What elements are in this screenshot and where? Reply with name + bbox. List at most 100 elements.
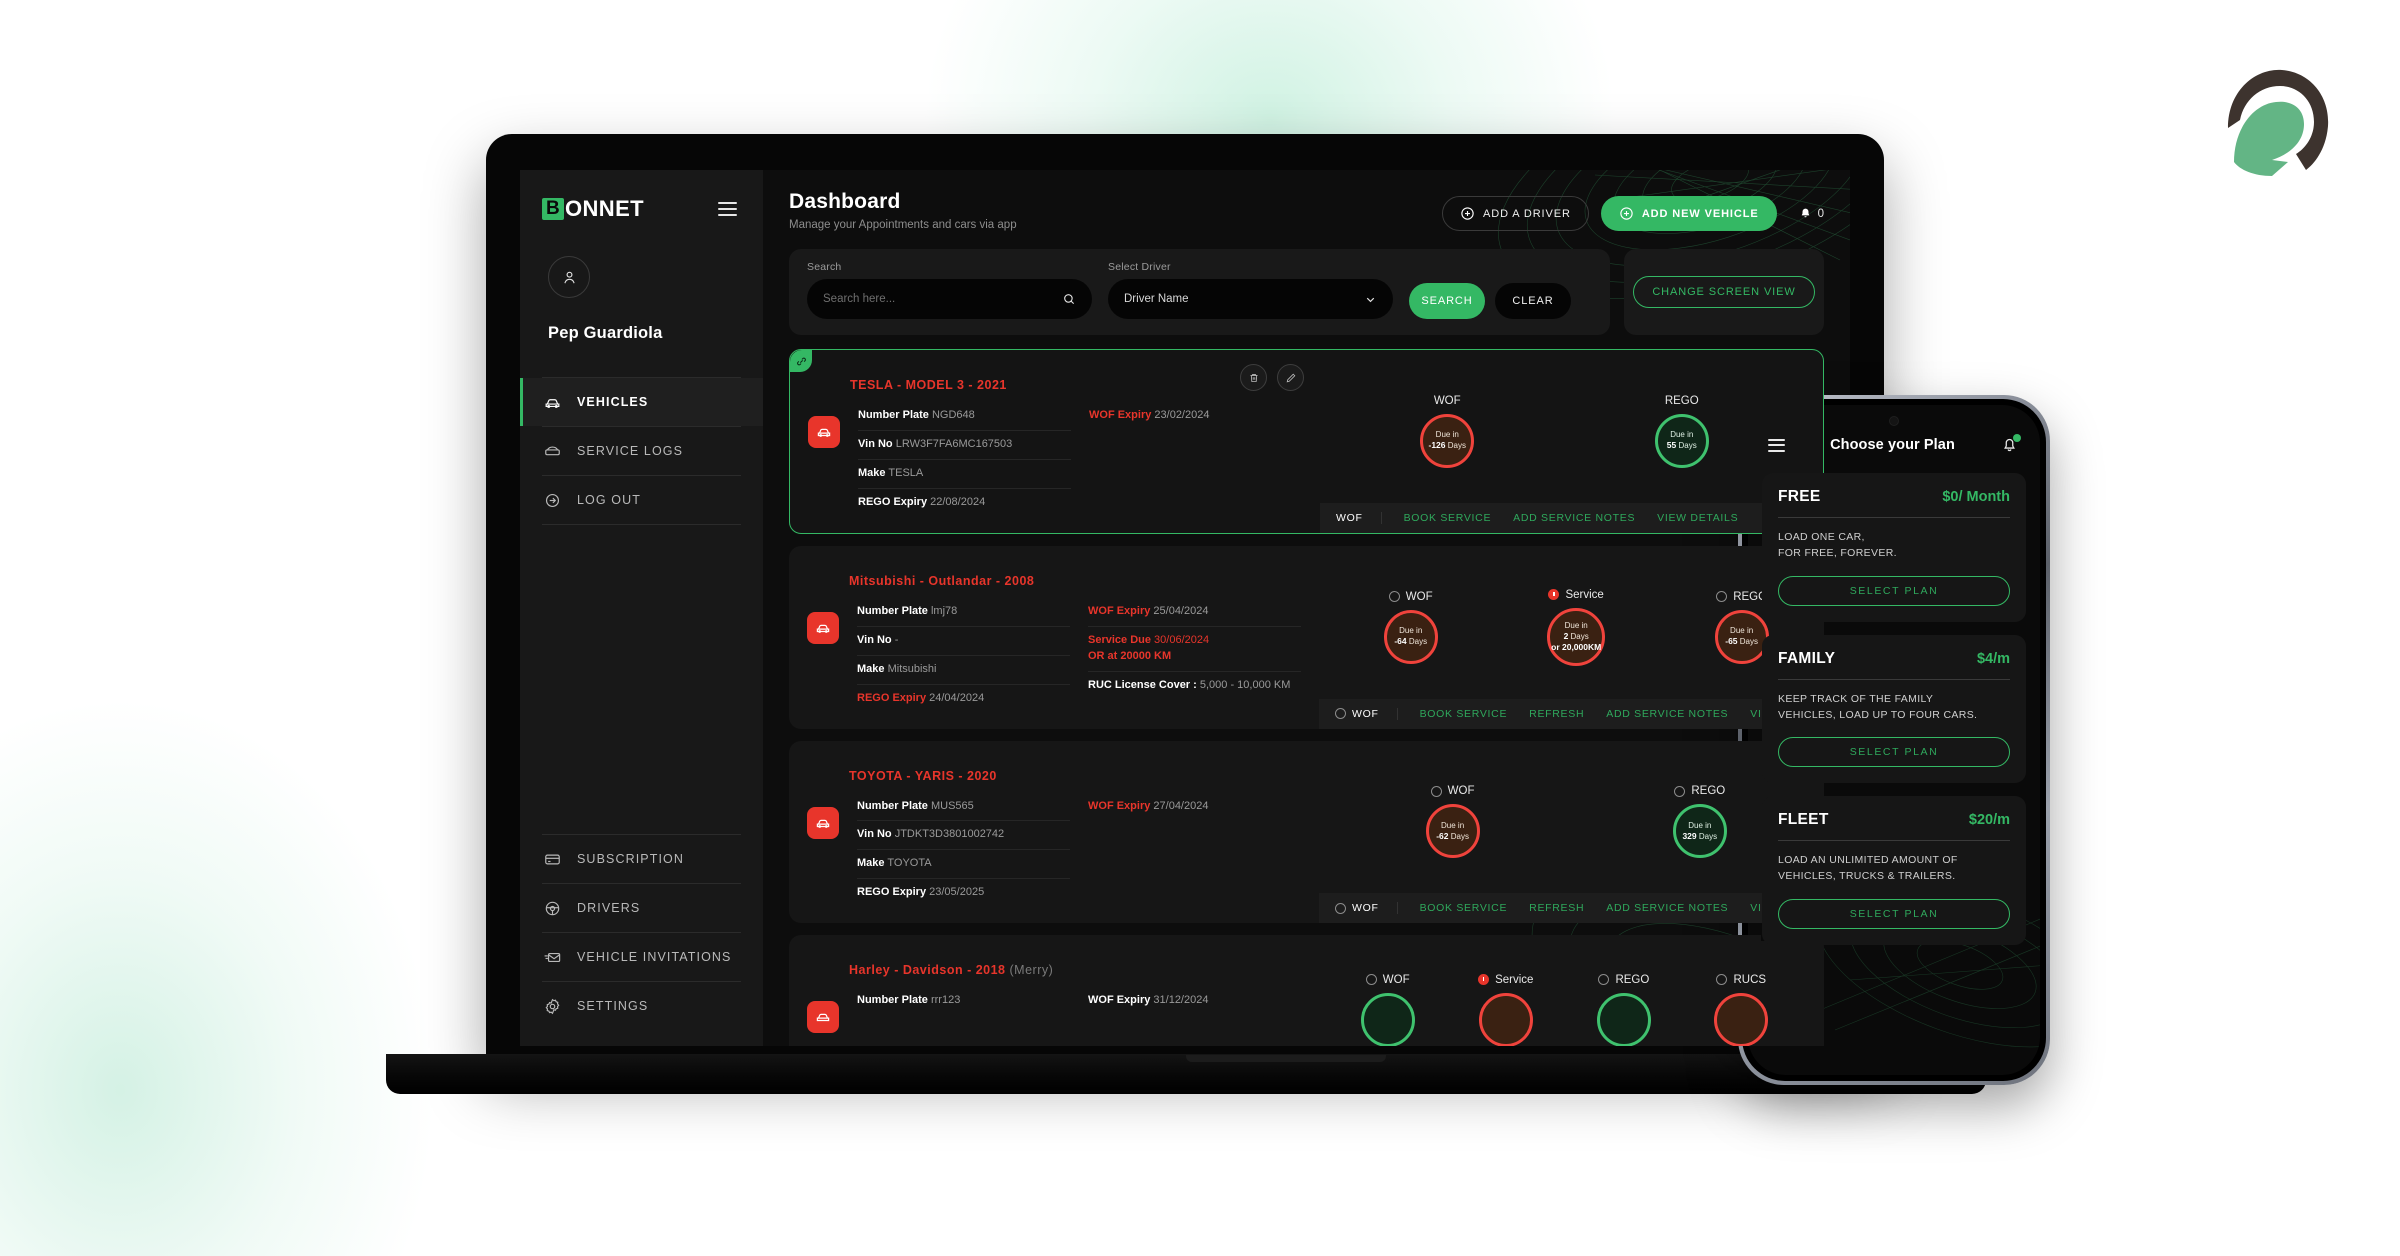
sidebar-nav-secondary: SUBSCRIPTION DRIVERS VEHICLE INVITATIONS… xyxy=(520,834,763,1046)
sidebar-item-label: VEHICLE INVITATIONS xyxy=(577,950,732,964)
laptop-screen: B ONNET Pep Guardiola VEHICLES SERVICE L… xyxy=(520,170,1850,1046)
gauge-rego: REGO Due in 55 Days xyxy=(1654,395,1709,468)
sidebar-item-vehicle-invitations[interactable]: VEHICLE INVITATIONS xyxy=(520,933,763,981)
vehicle-rego-expiry: REGO Expiry 24/04/2024 xyxy=(857,691,985,704)
gauge-value: -126 xyxy=(1428,440,1446,451)
status-dot-icon xyxy=(1335,902,1346,914)
tab-add-service-notes[interactable]: ADD SERVICE NOTES xyxy=(1606,708,1728,720)
main-content: Dashboard Manage your Appointments and c… xyxy=(763,170,1850,1046)
plan-name: FLEET xyxy=(1778,811,1829,829)
vehicle-vin: Vin No JTDKT3D3801002742 xyxy=(857,821,1070,851)
notifications-button[interactable]: 0 xyxy=(1789,207,1824,220)
select-plan-button[interactable]: SELECT PLAN xyxy=(1778,575,2010,606)
filter-actions: SEARCH CLEAR xyxy=(1409,283,1571,319)
sidebar-item-log-out[interactable]: LOG OUT xyxy=(520,476,763,524)
app-logo[interactable]: B ONNET xyxy=(542,196,644,222)
sidebar-item-vehicles[interactable]: VEHICLES xyxy=(520,378,763,426)
gauge-rego: REGO xyxy=(1596,974,1651,1046)
tab-current-label: WOF xyxy=(1352,902,1379,915)
tab-current-wof[interactable]: WOF xyxy=(1335,902,1398,915)
search-field-group: Search xyxy=(807,261,1092,319)
gauge-line1: Due in xyxy=(1435,430,1459,440)
tab-book-service[interactable]: BOOK SERVICE xyxy=(1404,512,1492,524)
vehicle-number-plate: Number Plate lmj78 xyxy=(857,598,1070,627)
vehicle-number-plate: Number Plate MUS565 xyxy=(857,793,1070,822)
plan-card-fleet[interactable]: FLEET $20/m LOAD AN UNLIMITED AMOUNT OF V… xyxy=(1762,796,2026,945)
add-driver-button[interactable]: ADD A DRIVER xyxy=(1441,196,1589,231)
bonnet-dashboard-app: B ONNET Pep Guardiola VEHICLES SERVICE L… xyxy=(520,170,1850,1046)
tab-book-service[interactable]: BOOK SERVICE xyxy=(1420,708,1508,720)
tab-add-service-notes[interactable]: ADD SERVICE NOTES xyxy=(1513,512,1635,524)
tab-refresh[interactable]: REFRESH xyxy=(1529,708,1584,720)
select-driver-label: Select Driver xyxy=(1108,261,1171,273)
vehicle-card[interactable]: TESLA - MODEL 3 - 2021 Number Plate NGD6… xyxy=(789,349,1824,534)
gauge-label: WOF xyxy=(1382,973,1410,986)
gauge-ring xyxy=(1714,992,1769,1046)
notification-dot xyxy=(2013,434,2021,442)
change-screen-view-button[interactable]: CHANGE SCREEN VIEW xyxy=(1633,276,1815,308)
mail-send-icon xyxy=(542,947,562,967)
add-new-vehicle-button[interactable]: ADD NEW VEHICLE xyxy=(1600,196,1777,231)
edit-vehicle-button[interactable] xyxy=(1277,364,1304,391)
gauge-header: WOF xyxy=(1434,395,1461,407)
plan-description: KEEP TRACK OF THE FAMILY VEHICLES, LOAD U… xyxy=(1778,692,1978,721)
gauge-service: Service xyxy=(1478,974,1533,1046)
burger-line xyxy=(718,214,737,216)
search-input-wrap[interactable] xyxy=(807,279,1092,319)
plan-card-free[interactable]: FREE $0/ Month LOAD ONE CAR, FOR FREE, FO… xyxy=(1762,473,2026,622)
gear-icon xyxy=(542,996,562,1016)
driver-select[interactable]: Driver Name xyxy=(1108,279,1393,319)
sidebar-item-label: SERVICE LOGS xyxy=(577,444,684,458)
gauge-value: 55 xyxy=(1666,440,1677,451)
car-icon xyxy=(816,624,830,633)
vehicle-list[interactable]: TESLA - MODEL 3 - 2021 Number Plate NGD6… xyxy=(789,349,1824,1046)
search-button[interactable]: SEARCH xyxy=(1409,283,1485,319)
plan-card-family[interactable]: FAMILY $4/m KEEP TRACK OF THE FAMILY VEHI… xyxy=(1762,634,2026,784)
vehicle-number-plate: Number Plate NGD648 xyxy=(858,402,1071,431)
car-hood-icon xyxy=(542,441,562,461)
tab-refresh[interactable]: REFRESH xyxy=(1529,902,1584,914)
tab-book-service[interactable]: BOOK SERVICE xyxy=(1420,902,1508,914)
car-icon xyxy=(542,392,562,412)
vehicle-title-text: Mitsubishi - Outlandar - 2008 xyxy=(849,573,1035,588)
phone-menu-icon[interactable] xyxy=(1768,438,1785,452)
sidebar-item-service-logs[interactable]: SERVICE LOGS xyxy=(520,427,763,475)
gauge-wof: WOF Due in -126 Days xyxy=(1420,395,1475,468)
sidebar-item-label: SUBSCRIPTION xyxy=(577,852,684,866)
search-icon[interactable] xyxy=(1062,292,1076,306)
topbar-actions: ADD A DRIVER ADD NEW VEHICLE 0 xyxy=(1441,190,1824,231)
select-plan-button[interactable]: SELECT PLAN xyxy=(1778,737,2010,768)
gauge-label: Service xyxy=(1495,973,1534,986)
sidebar-item-drivers[interactable]: DRIVERS xyxy=(520,884,763,932)
sidebar-nav-primary: VEHICLES SERVICE LOGS LOG OUT xyxy=(520,377,763,525)
car-icon xyxy=(817,428,831,437)
search-input[interactable] xyxy=(823,293,1054,305)
gauge-extra: or 20,000KM xyxy=(1551,641,1602,652)
tab-add-service-notes[interactable]: ADD SERVICE NOTES xyxy=(1606,902,1728,914)
delete-vehicle-button[interactable] xyxy=(1240,364,1267,391)
divider xyxy=(1778,840,2010,842)
burger-line xyxy=(1768,444,1785,446)
avatar[interactable] xyxy=(548,256,590,298)
gauge-label: REGO xyxy=(1691,785,1726,798)
clear-button[interactable]: CLEAR xyxy=(1495,283,1571,319)
tab-current-wof[interactable]: WOF xyxy=(1336,511,1382,524)
sidebar-toggle-icon[interactable] xyxy=(714,198,741,220)
vehicle-card[interactable]: Premium Mitsubishi - Outlandar - 2008 xyxy=(789,532,1824,729)
vehicle-card[interactable]: Standard Harley - Davidson - 2018 (Merry… xyxy=(789,922,1824,1046)
vehicle-card[interactable]: Premium TOYOTA - YARIS - 2020 xyxy=(789,727,1824,924)
sidebar-item-settings[interactable]: SETTINGS xyxy=(520,982,763,1030)
tab-view-details[interactable]: VIEW DETAILS xyxy=(1657,512,1738,524)
page-title: Dashboard xyxy=(789,190,901,213)
plus-circle-icon xyxy=(1620,207,1633,220)
phone-notifications-button[interactable] xyxy=(2000,434,2021,455)
sidebar-item-subscription[interactable]: SUBSCRIPTION xyxy=(520,835,763,883)
plan-price: $4/m xyxy=(1976,650,2010,667)
vehicle-title: Harley - Davidson - 2018 (Merry) xyxy=(849,963,1301,977)
vehicle-vin: Vin No - xyxy=(857,627,1070,656)
tab-current-wof[interactable]: WOF xyxy=(1335,707,1398,720)
search-label: Search xyxy=(807,261,842,273)
plan-header: FAMILY $4/m xyxy=(1778,650,2010,668)
select-plan-button[interactable]: SELECT PLAN xyxy=(1778,898,2010,929)
vehicle-spec-column: Number Plate NGD648 Vin No LRW3F7FA6MC16… xyxy=(858,402,1071,517)
